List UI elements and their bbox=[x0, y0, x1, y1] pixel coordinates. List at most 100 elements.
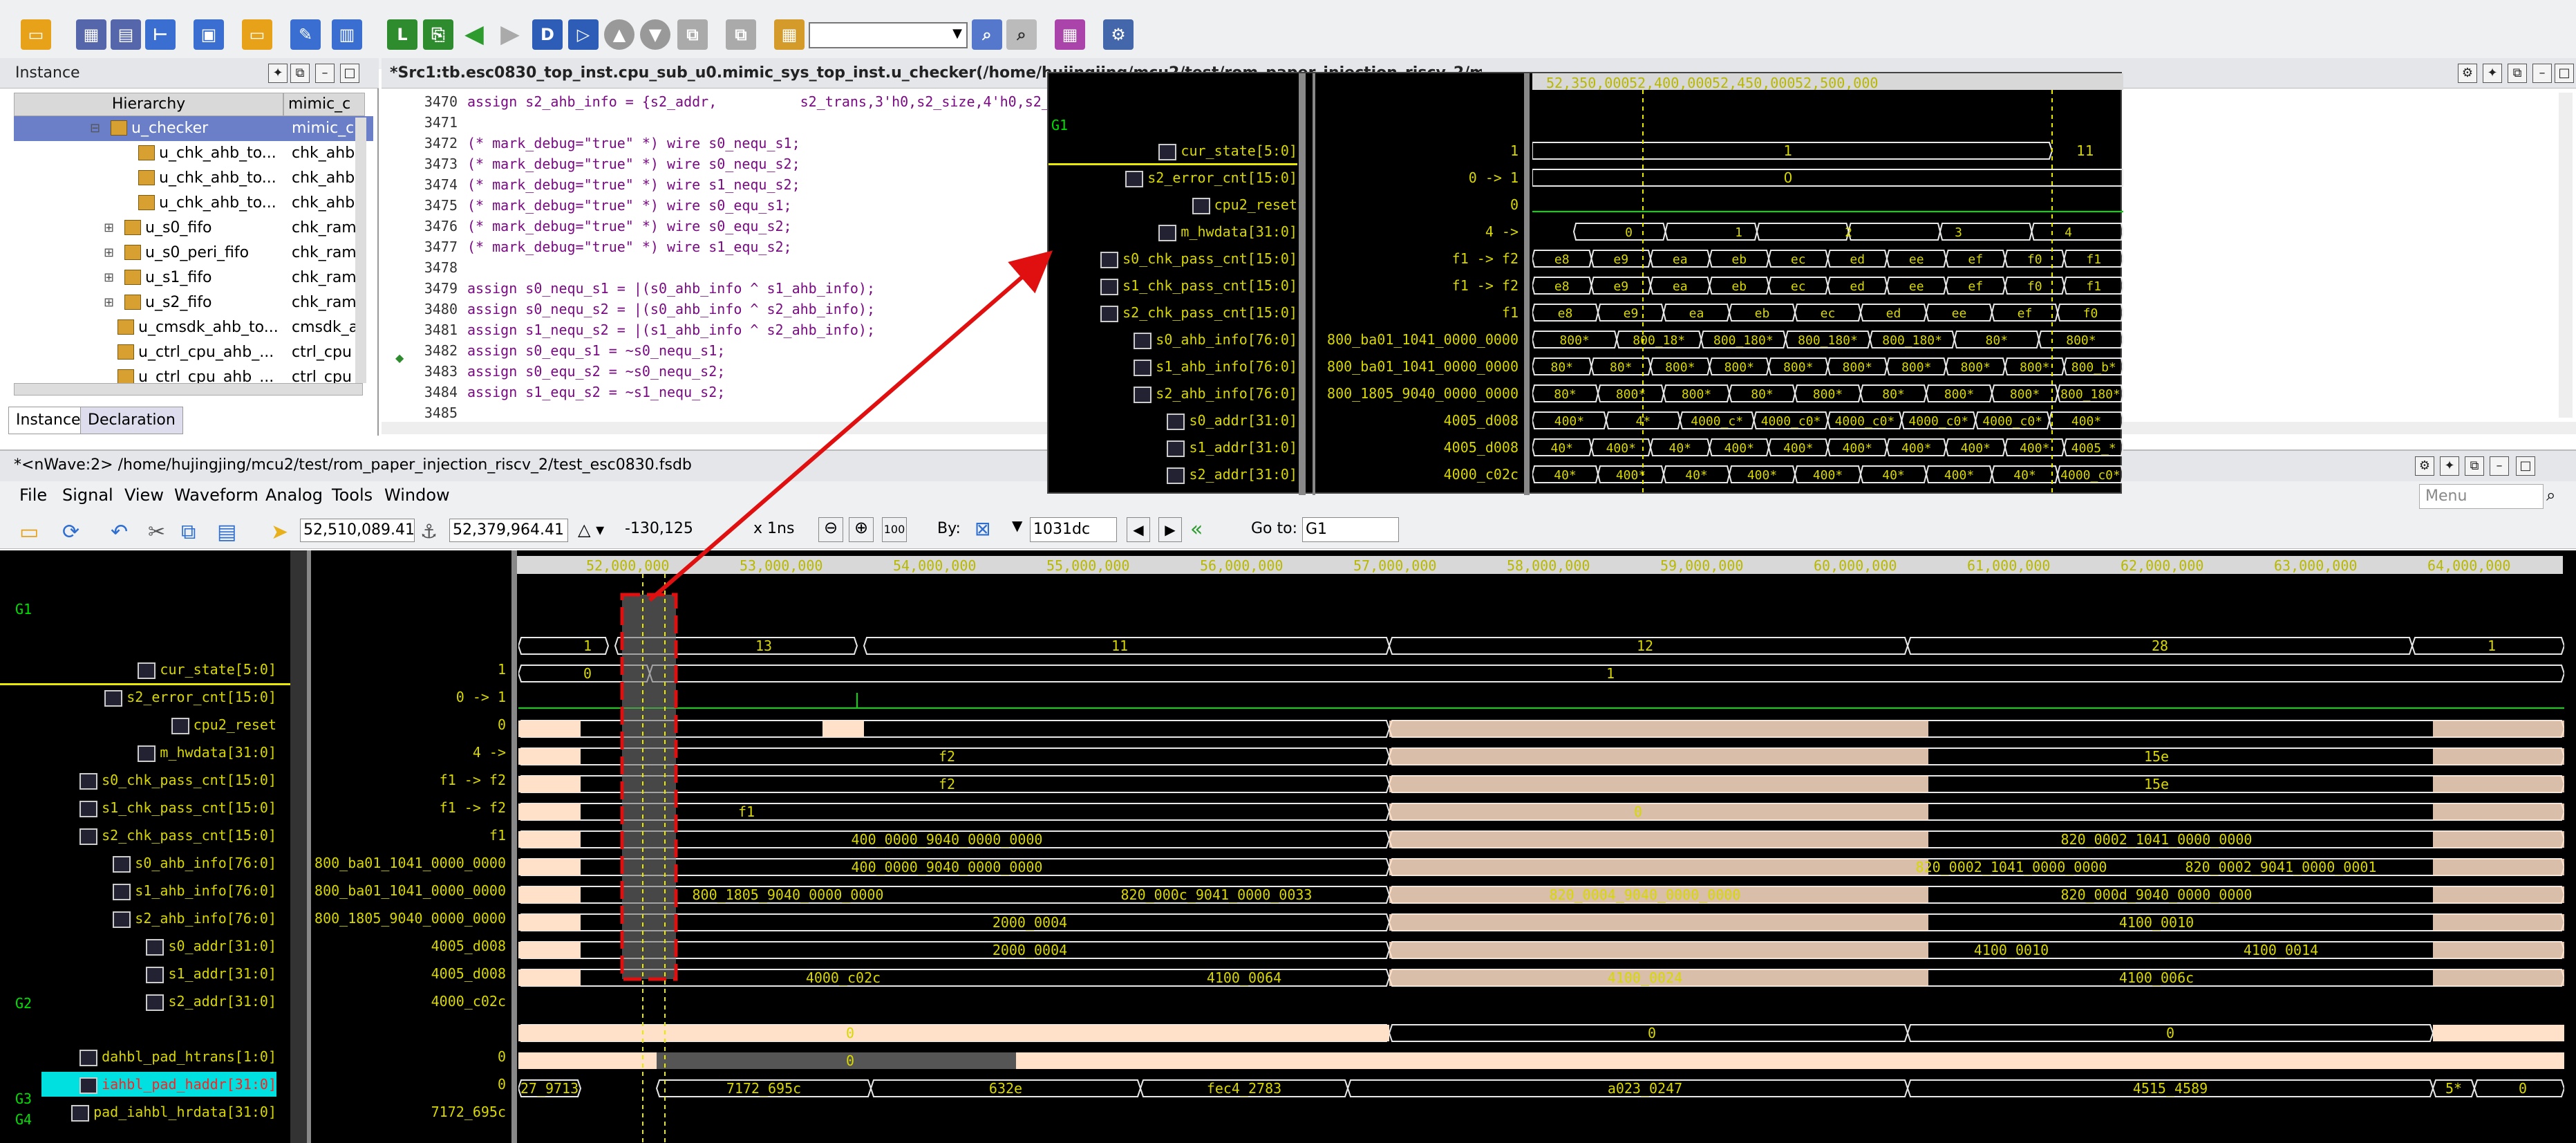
tree-row[interactable]: u_chk_ahb_to... chk_ahb bbox=[14, 191, 373, 216]
tree-row[interactable]: ⊞ u_s0_fifo chk_ram bbox=[14, 216, 373, 241]
code-line[interactable]: 3480 assign s0_nequ_s2 = |(s0_ahb_info ^ … bbox=[382, 299, 875, 319]
tab-instance[interactable]: Instance bbox=[8, 407, 88, 434]
code-line[interactable]: 3478 bbox=[382, 257, 467, 278]
zoom-out-icon[interactable]: ⊖ bbox=[818, 517, 843, 542]
menu-signal[interactable]: Signal bbox=[62, 481, 113, 509]
copy-icon[interactable]: ⧉ bbox=[181, 520, 196, 544]
code-line[interactable]: 3481 assign s1_nequ_s2 = |(s1_ahb_info ^ … bbox=[382, 319, 875, 340]
search-by-icon[interactable]: ⊠ bbox=[975, 517, 990, 540]
down-icon[interactable]: ▼ bbox=[640, 19, 670, 50]
doc-dropdown-icon[interactable]: ▥ bbox=[332, 19, 362, 50]
code-line[interactable]: 3475 (* mark_debug="true" *) wire s0_equ_… bbox=[382, 195, 792, 216]
expand-toggle-icon[interactable]: ⊞ bbox=[104, 266, 114, 290]
pin-icon[interactable]: ✦ bbox=[268, 64, 288, 83]
hierarchy-column-header[interactable]: Hierarchy bbox=[14, 93, 283, 116]
play-icon[interactable]: ▷ bbox=[568, 19, 599, 50]
reload-icon[interactable]: ⟳ bbox=[62, 520, 79, 544]
signal-row[interactable]: cpu2_reset bbox=[41, 712, 276, 737]
arrow-right-icon[interactable]: ▶ bbox=[495, 19, 525, 50]
chevron-down-icon[interactable]: ▼ bbox=[1012, 517, 1022, 534]
reload-icon[interactable]: ⎘ bbox=[423, 19, 453, 50]
maximize-icon[interactable]: □ bbox=[2555, 64, 2574, 83]
find-icon[interactable]: ⌕ bbox=[972, 19, 1002, 50]
signal-row[interactable]: s2_addr[31:0] bbox=[41, 989, 276, 1014]
signal-row[interactable]: cur_state[5:0] bbox=[41, 657, 276, 682]
cursor-time-input[interactable]: 52,510,089.41 bbox=[300, 519, 415, 542]
tool-icon[interactable]: ⚙ bbox=[1103, 19, 1134, 50]
pin-icon[interactable]: ✦ bbox=[2440, 456, 2459, 476]
tree-row[interactable]: u_ctrl_cpu_ahb_... ctrl_cpu bbox=[14, 340, 373, 365]
signal-row[interactable]: s2_chk_pass_cnt[15:0] bbox=[41, 823, 276, 848]
expand-toggle-icon[interactable]: ⊞ bbox=[104, 216, 114, 241]
minimize-icon[interactable]: – bbox=[2532, 64, 2552, 83]
folder-icon[interactable]: ▭ bbox=[242, 19, 272, 50]
maximize-icon[interactable]: □ bbox=[340, 64, 359, 83]
code-editor[interactable]: 3470 assign s2_ahb_info = {s2_addr, s2_tr… bbox=[382, 91, 1073, 423]
undock-icon[interactable]: ⧉ bbox=[2508, 64, 2527, 83]
signal-row[interactable]: s0_addr[31:0] bbox=[41, 933, 276, 958]
load-design-icon[interactable]: L bbox=[387, 19, 417, 50]
code-line[interactable]: 3485 bbox=[382, 402, 467, 423]
menu-search-input[interactable]: Menu bbox=[2419, 484, 2544, 509]
tree-row[interactable]: ⊞ u_s2_fifo chk_ram bbox=[14, 290, 373, 315]
tree-row[interactable]: ⊟ u_checker mimic_c bbox=[14, 116, 373, 141]
undo-icon[interactable]: ↶ bbox=[111, 520, 128, 544]
code-line[interactable]: 3476 (* mark_debug="true" *) wire s0_equ_… bbox=[382, 216, 792, 236]
hierarchy-view-icon[interactable]: ▦ bbox=[76, 19, 106, 50]
vertical-scrollbar[interactable] bbox=[355, 118, 366, 383]
code-line[interactable]: 3470 assign s2_ahb_info = {s2_addr, s2_tr… bbox=[382, 91, 1066, 112]
marker-icon[interactable]: ⚓ bbox=[420, 520, 438, 543]
signal-row[interactable]: dahbl_pad_htrans[1:0] bbox=[41, 1044, 276, 1069]
code-line[interactable]: 3473 (* mark_debug="true" *) wire s0_nequ… bbox=[382, 154, 800, 174]
signal-pane-scrollbar[interactable] bbox=[290, 550, 307, 1143]
code-line[interactable]: 3471 bbox=[382, 112, 467, 133]
undock-icon[interactable]: ⧉ bbox=[290, 64, 310, 83]
tree-row[interactable]: ⊞ u_s0_peri_fifo chk_ram bbox=[14, 241, 373, 266]
menu-analog[interactable]: Analog bbox=[265, 481, 323, 509]
d-icon[interactable]: D bbox=[532, 19, 563, 50]
by-select[interactable]: 1031dc bbox=[1030, 517, 1117, 542]
menu-waveform[interactable]: Waveform bbox=[174, 481, 258, 509]
waveform-canvas[interactable]: 1 13 11 12 28 1 0 1 f2 15e f2 15e f1 0 400_0000_9040_0… bbox=[518, 574, 2564, 1143]
expand-toggle-icon[interactable]: ⊞ bbox=[104, 290, 114, 315]
up-icon[interactable]: ▲ bbox=[604, 19, 634, 50]
code-line[interactable]: 3482 assign s0_equ_s1 = ~s0_nequ_s1; bbox=[382, 340, 725, 361]
group-label[interactable]: G2 bbox=[15, 993, 32, 1014]
module-column-header[interactable]: mimic_c bbox=[283, 93, 365, 116]
copy-icon[interactable]: ⧉ bbox=[677, 19, 708, 50]
signal-row[interactable]: s1_addr[31:0] bbox=[41, 961, 276, 986]
code-line[interactable]: 3477 (* mark_debug="true" *) wire s1_equ_… bbox=[382, 236, 792, 257]
code-line[interactable]: 3483 assign s0_equ_s2 = ~s0_nequ_s2; bbox=[382, 361, 725, 382]
menu-tools[interactable]: Tools bbox=[332, 481, 373, 509]
bookmark-icon[interactable]: ◆ bbox=[395, 351, 404, 364]
goto-select[interactable]: G1 bbox=[1302, 517, 1399, 542]
code-line[interactable]: 3474 (* mark_debug="true" *) wire s1_nequ… bbox=[382, 174, 800, 195]
signal-row[interactable]: s1_chk_pass_cnt[15:0] bbox=[41, 795, 276, 820]
menu-window[interactable]: Window bbox=[384, 481, 450, 509]
open-folder-icon[interactable]: ▭ bbox=[21, 19, 51, 50]
paste-icon[interactable]: ▤ bbox=[217, 520, 236, 544]
pin-icon[interactable]: ✦ bbox=[2483, 64, 2502, 83]
group-label[interactable]: G4 bbox=[15, 1109, 32, 1130]
menu-file[interactable]: File bbox=[19, 481, 47, 509]
zoom-fit-icon[interactable]: 100 bbox=[882, 517, 907, 542]
zoom-in-icon[interactable]: ⊕ bbox=[849, 517, 874, 542]
horizontal-scrollbar[interactable] bbox=[14, 383, 363, 396]
paste-icon[interactable]: ⧉ bbox=[726, 19, 756, 50]
color-icon[interactable]: ▦ bbox=[1055, 19, 1085, 50]
search-prev-icon[interactable]: ◀ bbox=[1127, 517, 1150, 542]
expand-toggle-icon[interactable]: ⊟ bbox=[90, 116, 100, 141]
signal-row[interactable]: s0_chk_pass_cnt[15:0] bbox=[41, 768, 276, 792]
code-line[interactable]: 3472 (* mark_debug="true" *) wire s0_nequ… bbox=[382, 133, 800, 154]
cut-icon[interactable]: ✂ bbox=[148, 520, 165, 544]
search-next-icon[interactable]: ▶ bbox=[1158, 517, 1182, 542]
signal-row[interactable]: m_hwdata[31:0] bbox=[41, 740, 276, 765]
signal-row[interactable]: iahbl_pad_haddr[31:0] bbox=[41, 1072, 276, 1097]
tree-row[interactable]: u_chk_ahb_to... chk_ahb bbox=[14, 166, 373, 191]
settings-icon[interactable]: ⚙ bbox=[2458, 64, 2477, 83]
code-line[interactable]: 3484 assign s1_equ_s2 = ~s1_nequ_s2; bbox=[382, 382, 725, 402]
edit-icon[interactable]: ✎ bbox=[290, 19, 321, 50]
schematic-view-icon[interactable]: ▤ bbox=[111, 19, 141, 50]
signal-row[interactable]: s2_ahb_info[76:0] bbox=[41, 906, 276, 931]
search-icon[interactable]: ⌕ bbox=[2546, 485, 2555, 505]
